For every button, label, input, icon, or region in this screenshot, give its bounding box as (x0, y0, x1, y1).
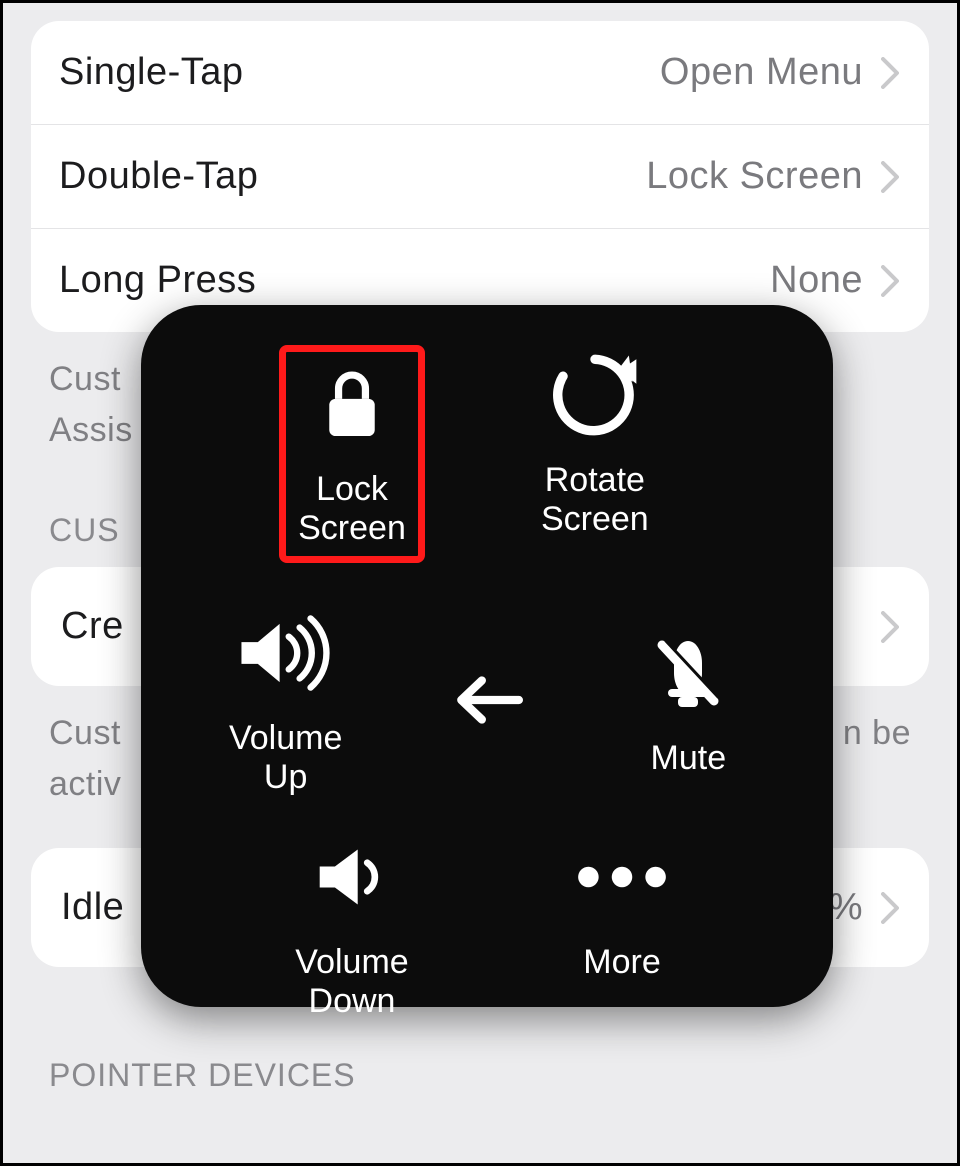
menu-row-3: Volume Down More (165, 827, 809, 1021)
row-value-suffix: % (829, 886, 863, 929)
menu-rotate-screen[interactable]: Rotate Screen (495, 345, 695, 539)
row-value: None (770, 259, 863, 302)
volume-up-icon (236, 603, 336, 703)
pointer-devices-header: POINTER DEVICES (49, 1057, 911, 1094)
menu-item-label: Rotate Screen (541, 461, 649, 539)
row-label: Long Press (59, 259, 256, 302)
row-value-wrap (881, 611, 899, 643)
menu-item-label: Mute (651, 739, 727, 778)
desc-fragment: Cust (49, 714, 121, 752)
lock-icon (302, 354, 402, 454)
desc-text: Cust (49, 360, 121, 398)
menu-volume-up[interactable]: Volume Up (186, 603, 386, 797)
assistivetouch-menu: Lock Screen Rotate Screen (141, 305, 833, 1007)
chevron-right-icon (881, 57, 899, 89)
desc-text: Cust activ (49, 708, 121, 810)
row-value-wrap: Lock Screen (646, 155, 899, 198)
row-label: Single-Tap (59, 51, 244, 94)
row-value: Lock Screen (646, 155, 863, 198)
volume-down-icon (302, 827, 402, 927)
row-label: Double-Tap (59, 155, 258, 198)
row-value-wrap: % (829, 886, 899, 929)
desc-fragment: activ (49, 765, 121, 803)
row-value-wrap: Open Menu (660, 51, 899, 94)
menu-back[interactable] (427, 650, 547, 750)
desc-text: Assis (49, 411, 133, 449)
row-value-wrap: None (770, 259, 899, 302)
desc-fragment: n be (843, 708, 911, 810)
menu-row-2: Volume Up (165, 603, 809, 797)
chevron-right-icon (881, 161, 899, 193)
row-value: Open Menu (660, 51, 863, 94)
row-label: Idle (61, 886, 124, 929)
chevron-right-icon (881, 892, 899, 924)
chevron-right-icon (881, 611, 899, 643)
menu-item-label: Volume Up (229, 719, 342, 797)
arrow-left-icon (437, 650, 537, 750)
menu-row-1: Lock Screen Rotate Screen (165, 345, 809, 563)
menu-item-label: Volume Down (295, 943, 408, 1021)
menu-more[interactable]: More (522, 827, 722, 982)
menu-mute[interactable]: Mute (588, 623, 788, 778)
rotate-icon (545, 345, 645, 445)
menu-lock-screen[interactable]: Lock Screen (279, 345, 425, 563)
custom-actions-card: Single-Tap Open Menu Double-Tap Lock Scr… (31, 21, 929, 332)
menu-item-label: Lock Screen (298, 470, 406, 548)
chevron-right-icon (881, 265, 899, 297)
double-tap-row[interactable]: Double-Tap Lock Screen (31, 124, 929, 228)
menu-item-label: More (583, 943, 660, 982)
row-label: Cre (61, 605, 124, 648)
more-icon (572, 827, 672, 927)
mute-icon (638, 623, 738, 723)
menu-volume-down[interactable]: Volume Down (252, 827, 452, 1021)
settings-page: Single-Tap Open Menu Double-Tap Lock Scr… (3, 3, 957, 1163)
single-tap-row[interactable]: Single-Tap Open Menu (31, 21, 929, 124)
